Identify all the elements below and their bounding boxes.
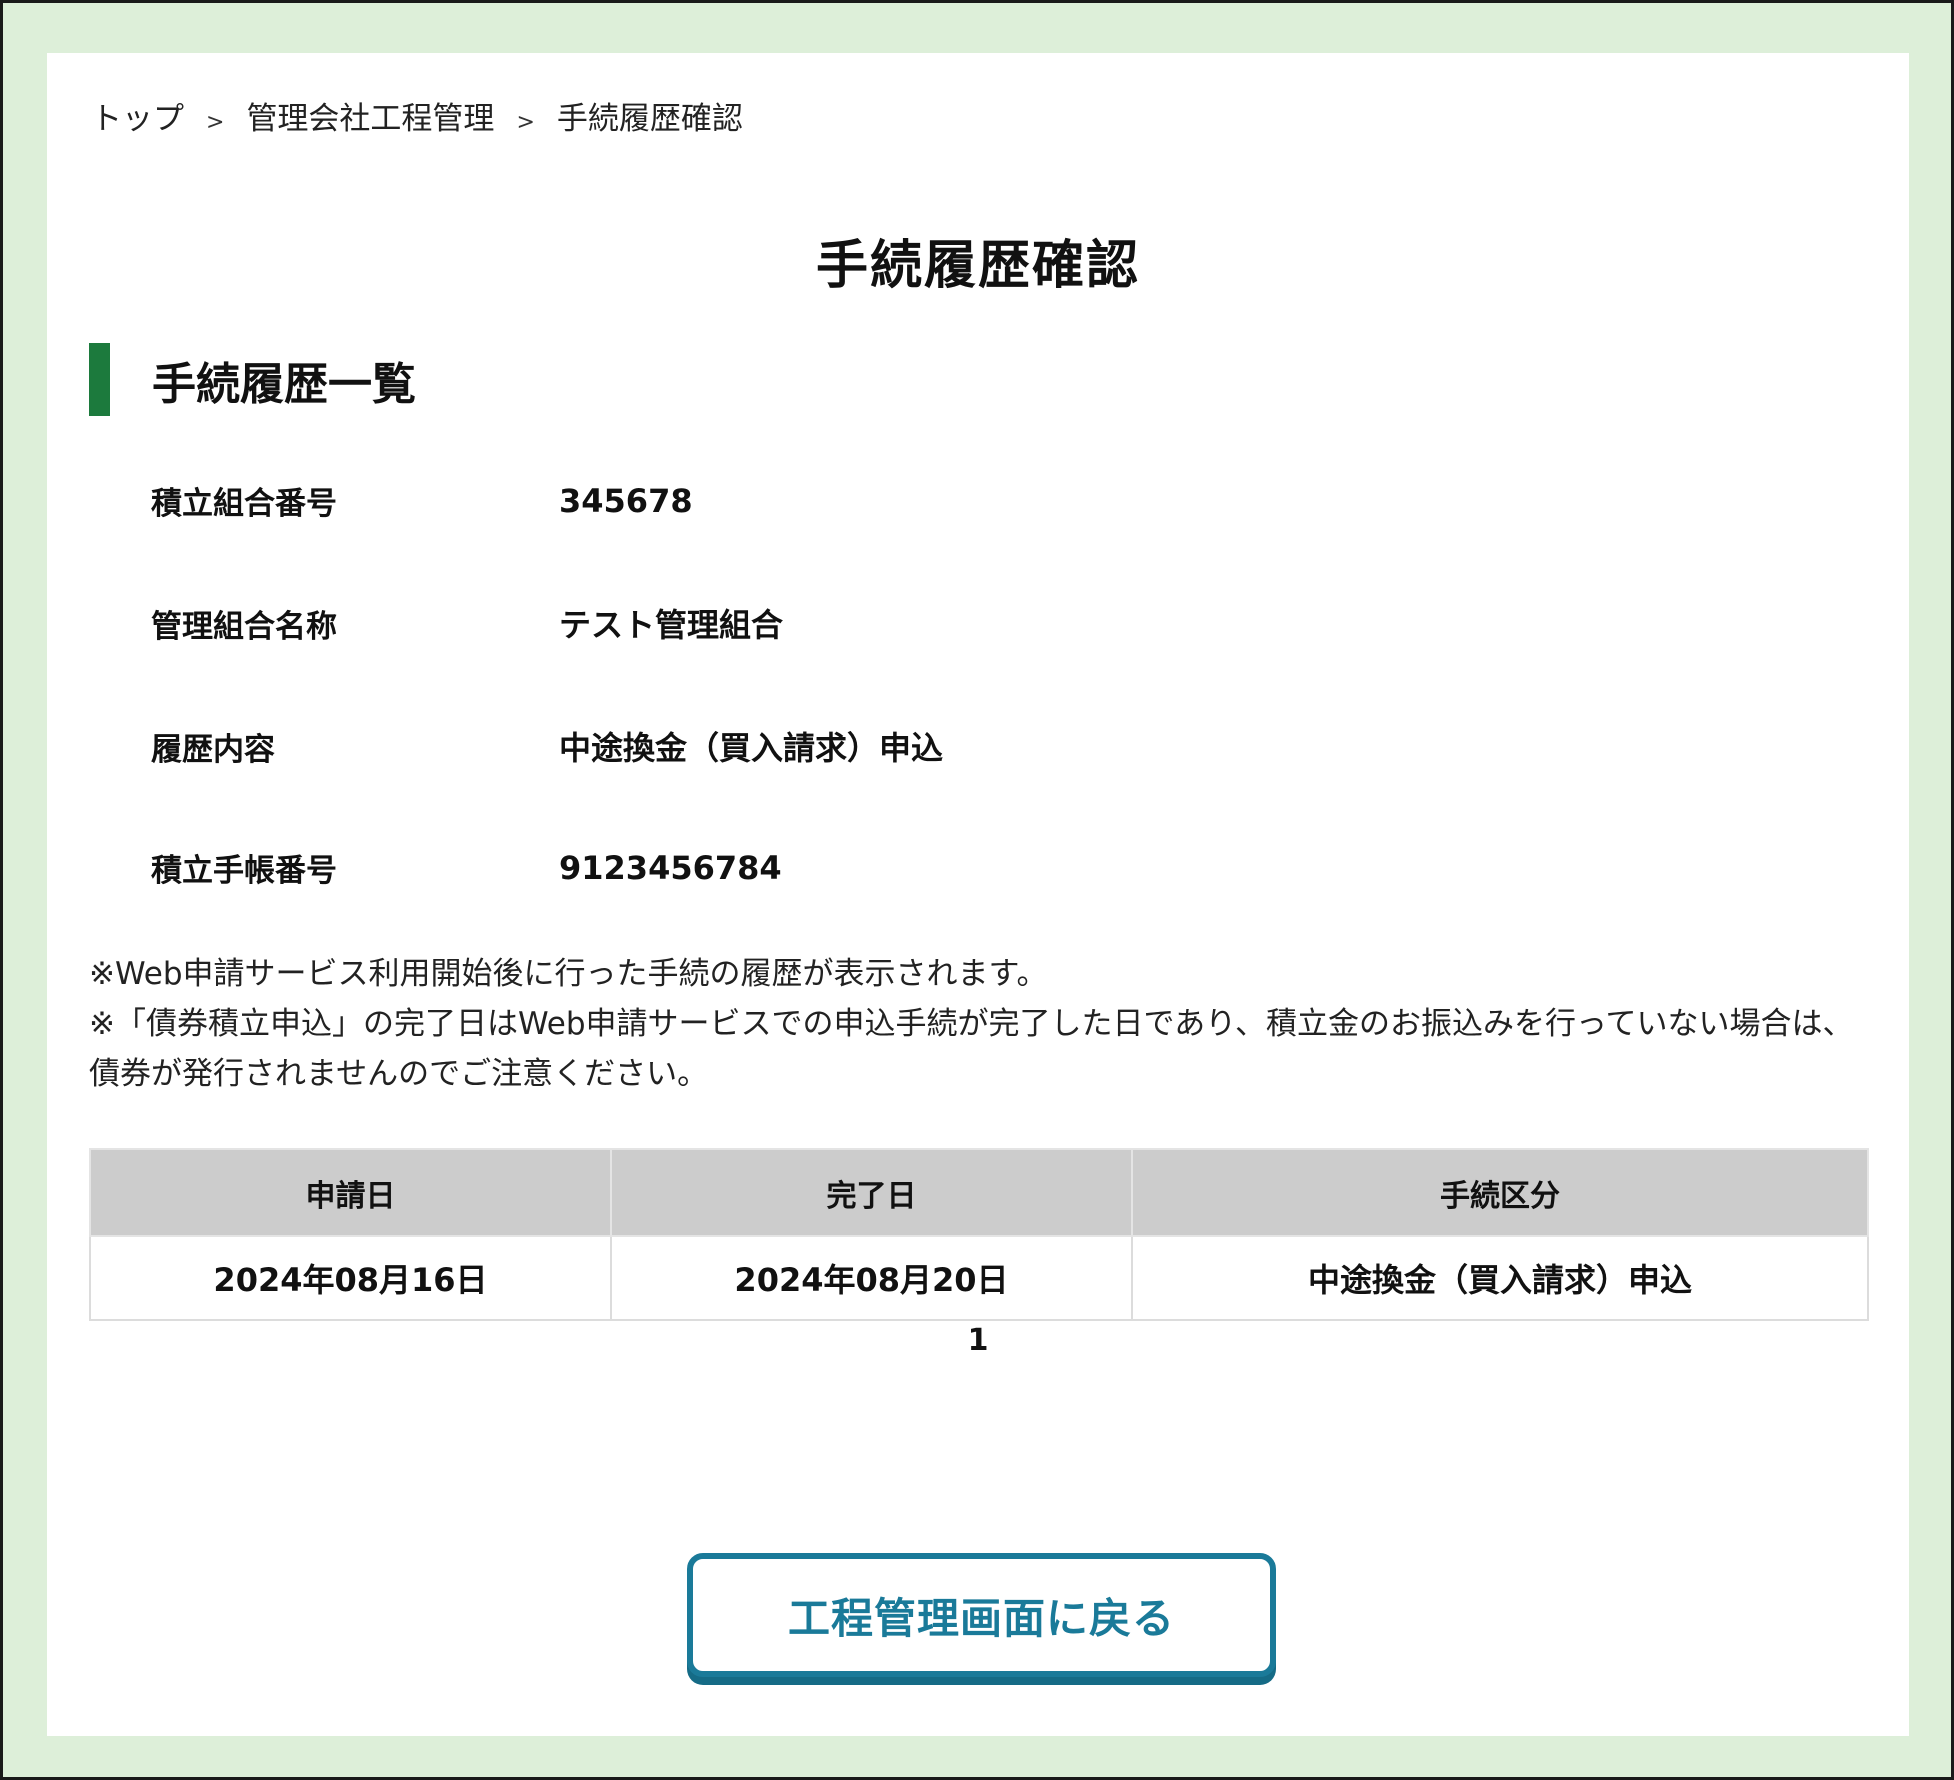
info-row-passbook-number: 積立手帳番号 9123456784 [151, 845, 1351, 890]
note-line: ※Web申請サービス利用開始後に行った手続の履歴が表示されます。 [89, 956, 1048, 992]
info-value: テスト管理組合 [559, 606, 784, 644]
breadcrumb-current-page: 手続履歴確認 [556, 101, 743, 137]
breadcrumb: トップ > 管理会社工程管理 > 手続履歴確認 [91, 93, 743, 138]
breadcrumb-separator: > [516, 110, 535, 135]
history-table: 申請日 完了日 手続区分 2024年08月16日 2024年08月20日 中途換… [89, 1148, 1869, 1321]
page-frame: トップ > 管理会社工程管理 > 手続履歴確認 手続履歴確認 手続履歴一覧 積立… [0, 0, 1954, 1780]
section-accent-bar [89, 343, 110, 416]
cell-completion-date: 2024年08月20日 [610, 1235, 1133, 1321]
info-label: 積立組合番号 [151, 486, 337, 522]
breadcrumb-top-link[interactable]: トップ [91, 93, 184, 138]
back-to-process-management-button[interactable]: 工程管理画面に戻る [687, 1553, 1276, 1677]
info-label: 積立手帳番号 [151, 853, 337, 889]
info-label: 履歴内容 [151, 731, 275, 768]
content-panel: トップ > 管理会社工程管理 > 手続履歴確認 手続履歴確認 手続履歴一覧 積立… [47, 53, 1909, 1736]
page-number-current: 1 [967, 1323, 989, 1358]
info-row-fund-number: 積立組合番号 345678 [151, 478, 1351, 523]
info-value: 中途換金（買入請求）申込 [559, 729, 944, 767]
info-label: 管理組合名称 [151, 608, 337, 645]
pagination: 1 [47, 1323, 1909, 1358]
info-value: 345678 [559, 481, 693, 520]
column-header-procedure-type: 手続区分 [1131, 1148, 1869, 1237]
note-line: ※「債券積立申込」の完了日はWeb申請サービスでの申込手続が完了した日であり、積… [89, 1006, 1854, 1092]
page-title: 手続履歴確認 [815, 236, 1140, 296]
info-row-history-content: 履歴内容 中途換金（買入請求）申込 [151, 723, 1351, 769]
info-row-association-name: 管理組合名称 テスト管理組合 [151, 600, 1351, 646]
table-header-row: 申請日 完了日 手続区分 [89, 1148, 1869, 1237]
breadcrumb-separator: > [206, 110, 225, 135]
table-row: 2024年08月16日 2024年08月20日 中途換金（買入請求）申込 [89, 1235, 1869, 1321]
section-title: 手続履歴一覧 [152, 358, 416, 410]
column-header-application-date: 申請日 [89, 1148, 612, 1237]
section-header: 手続履歴一覧 [89, 343, 416, 416]
breadcrumb-process-management-link[interactable]: 管理会社工程管理 [246, 93, 494, 138]
notes: ※Web申請サービス利用開始後に行った手続の履歴が表示されます。 ※「債券積立申… [89, 949, 1879, 1099]
column-header-completion-date: 完了日 [610, 1148, 1133, 1237]
cell-application-date: 2024年08月16日 [89, 1235, 612, 1321]
cell-procedure-type: 中途換金（買入請求）申込 [1131, 1235, 1869, 1321]
info-value: 9123456784 [559, 848, 782, 887]
